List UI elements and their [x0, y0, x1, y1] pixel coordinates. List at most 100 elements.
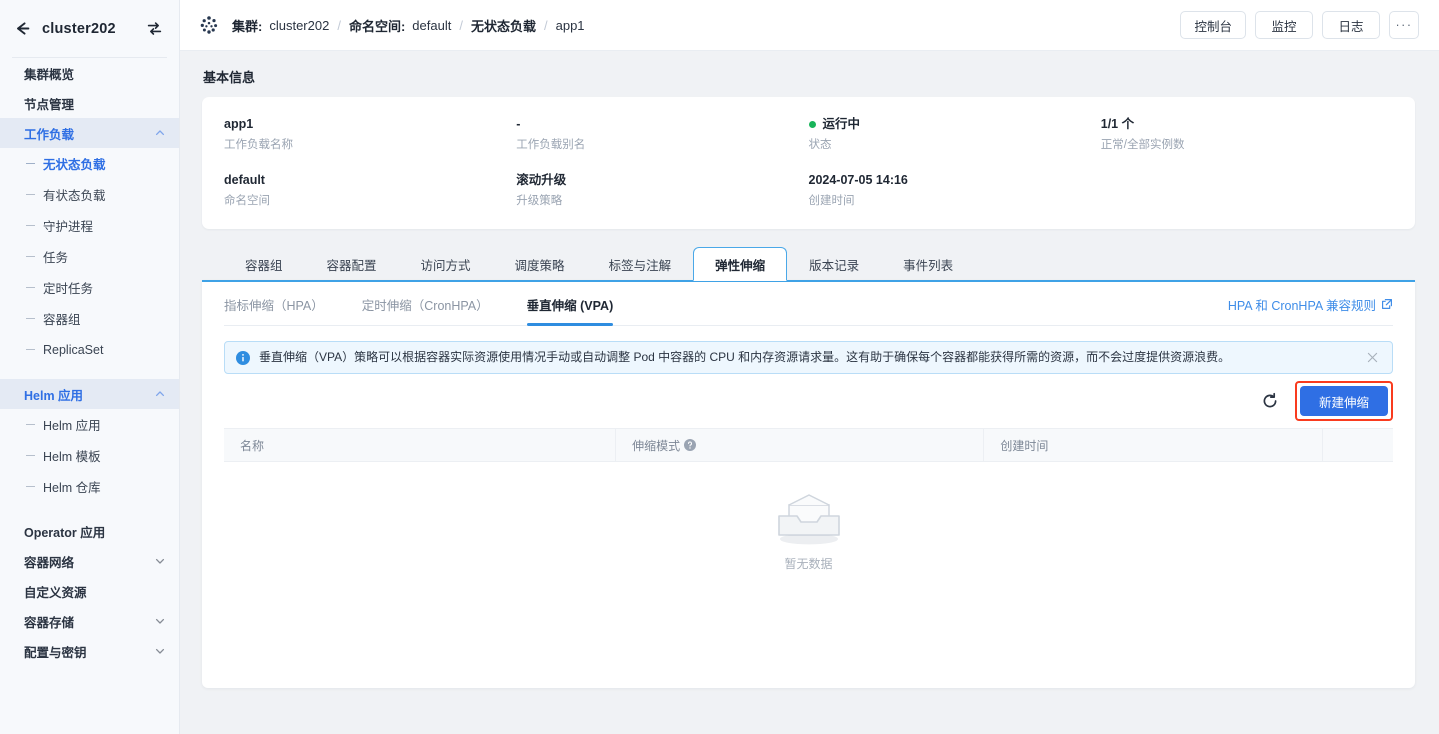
- breadcrumb-cluster-value[interactable]: cluster202: [269, 18, 329, 33]
- sidebar-subitem-守护进程[interactable]: 守护进程: [0, 210, 179, 241]
- more-actions-button[interactable]: ···: [1389, 11, 1419, 39]
- refresh-icon[interactable]: [1259, 390, 1281, 412]
- bullet-dash-icon: [26, 162, 35, 165]
- info-field: 1/1 个 正常/全部实例数: [1101, 116, 1393, 153]
- status-dot-icon: [808, 121, 816, 128]
- info-field-value-wrap: default: [224, 172, 516, 189]
- sidebar-item-helm应用[interactable]: Helm 应用: [0, 379, 179, 409]
- content: 基本信息 app1 工作负载名称 - 工作负载别名 运行中 状态 1/1 个 正常/全…: [180, 51, 1439, 734]
- logs-button[interactable]: 日志: [1322, 11, 1380, 39]
- tab-版本记录[interactable]: 版本记录: [787, 247, 881, 281]
- sidebar-subitem-helm模板[interactable]: Helm 模板: [0, 440, 179, 471]
- subtab-cronhpa[interactable]: 定时伸缩（CronHPA）: [362, 283, 489, 326]
- sidebar-subitem-label: 守护进程: [43, 220, 94, 234]
- sidebar-item-operator应用[interactable]: Operator 应用: [0, 516, 179, 546]
- sidebar-item-容器存储[interactable]: 容器存储: [0, 606, 179, 636]
- sidebar-subitem-定时任务[interactable]: 定时任务: [0, 272, 179, 303]
- sidebar-subitem-任务[interactable]: 任务: [0, 241, 179, 272]
- sidebar-subitem-容器组[interactable]: 容器组: [0, 303, 179, 334]
- chevron-down-icon: [155, 558, 165, 564]
- sidebar-item-自定义资源[interactable]: 自定义资源: [0, 576, 179, 606]
- sidebar-item-工作负载[interactable]: 工作负载: [0, 118, 179, 148]
- info-field-label: 工作负载别名: [516, 139, 586, 151]
- console-button[interactable]: 控制台: [1180, 11, 1246, 39]
- top-actions: 控制台 监控 日志 ···: [1180, 11, 1419, 39]
- sidebar-item-label: 集群概览: [24, 67, 75, 82]
- sidebar-item-label: 节点管理: [24, 97, 75, 112]
- tab-事件列表[interactable]: 事件列表: [881, 247, 975, 281]
- breadcrumb-namespace-value[interactable]: default: [412, 18, 451, 33]
- arrow-left-icon[interactable]: [12, 19, 32, 39]
- empty-state-text: 暂无数据: [784, 557, 833, 571]
- sidebar-subitem-replicaset[interactable]: ReplicaSet: [0, 334, 179, 365]
- bullet-dash-icon: [26, 485, 35, 488]
- question-circle-icon[interactable]: [684, 439, 697, 451]
- info-field-value-wrap: 运行中: [808, 116, 1101, 133]
- hpa-cronhpa-rule-link[interactable]: HPA 和 CronHPA 兼容规则: [1228, 295, 1393, 314]
- tab-弹性伸缩[interactable]: 弹性伸缩: [693, 247, 788, 281]
- info-field-label: 命名空间: [224, 195, 270, 207]
- sidebar-subitem-helm应用[interactable]: Helm 应用: [0, 409, 179, 440]
- close-icon[interactable]: [1366, 351, 1380, 365]
- info-field-value-wrap: 1/1 个: [1101, 116, 1393, 133]
- breadcrumb-workload-name: app1: [555, 17, 585, 33]
- table-column-header: 伸缩模式: [615, 428, 985, 462]
- tab-bar: 容器组 容器配置 访问方式 调度策略 标签与注解 弹性伸缩 版本记录 事件列表: [202, 245, 1415, 281]
- subtab-vpa[interactable]: 垂直伸缩 (VPA): [526, 283, 613, 326]
- subtab-hpa[interactable]: 指标伸缩（HPA）: [224, 283, 324, 326]
- top-bar: 集群: cluster202 / 命名空间: default / 无状态负载 /…: [180, 0, 1439, 51]
- scaling-table: 名称 伸缩模式 创建时间: [224, 428, 1393, 462]
- sidebar-subitem-无状态负载[interactable]: 无状态负载: [0, 148, 179, 179]
- tab-容器配置[interactable]: 容器配置: [305, 247, 399, 281]
- cluster-dots-icon: [198, 14, 220, 36]
- sidebar-item-集群概览[interactable]: 集群概览: [0, 58, 179, 88]
- info-field: 运行中 状态: [808, 116, 1101, 153]
- create-scaling-highlight: 新建伸缩: [1294, 381, 1394, 421]
- info-field-value-wrap: 滚动升级: [516, 172, 808, 189]
- tab-调度策略[interactable]: 调度策略: [493, 247, 587, 281]
- tab-容器组[interactable]: 容器组: [223, 247, 305, 281]
- info-field-label: 工作负载名称: [224, 139, 293, 151]
- breadcrumb-separator: /: [459, 17, 463, 33]
- info-field-value: default: [224, 173, 265, 187]
- app-root: cluster202 集群概览节点管理工作负载 无状态负载 有状态负载 守护进程…: [0, 0, 1439, 734]
- sidebar: cluster202 集群概览 节点管理 工作负载 无状态负载 有状态负载 守护进程…: [0, 0, 180, 734]
- empty-inbox-icon: [773, 492, 845, 548]
- sidebar-subitem-label: Helm 应用: [43, 419, 101, 433]
- sidebar-item-label: 容器网络: [24, 555, 75, 570]
- sidebar-subitem-label: 有状态负载: [43, 189, 106, 203]
- sidebar-item-label: Operator 应用: [24, 525, 106, 540]
- hpa-cronhpa-rule-label: HPA 和 CronHPA 兼容规则: [1227, 298, 1376, 313]
- sidebar-subitem-label: 容器组: [43, 313, 81, 327]
- chevron-up-icon: [155, 391, 165, 397]
- sidebar-item-配置与密钥[interactable]: 配置与密钥: [0, 636, 179, 666]
- sub-tab-bar: 指标伸缩（HPA） 定时伸缩（CronHPA） 垂直伸缩 (VPA) HPA 和 C…: [202, 282, 1415, 326]
- info-field: 滚动升级 升级策略: [516, 172, 808, 209]
- tab-标签与注解[interactable]: 标签与注解: [587, 247, 694, 281]
- table-column-label: 名称: [240, 438, 265, 453]
- bullet-dash-icon: [26, 255, 35, 258]
- tab-访问方式[interactable]: 访问方式: [399, 247, 493, 281]
- sidebar-subitem-label: 任务: [43, 251, 69, 265]
- sidebar-item-容器网络[interactable]: 容器网络: [0, 546, 179, 576]
- page-title: 基本信息: [203, 70, 256, 85]
- monitor-button[interactable]: 监控: [1255, 11, 1313, 39]
- create-scaling-button[interactable]: 新建伸缩: [1299, 386, 1388, 416]
- scaling-panel: 指标伸缩（HPA） 定时伸缩（CronHPA） 垂直伸缩 (VPA) HPA 和 C…: [202, 280, 1415, 688]
- swap-icon[interactable]: [145, 20, 163, 38]
- sidebar-subitem-helm仓库[interactable]: Helm 仓库: [0, 471, 179, 502]
- sidebar-subitem-有状态负载[interactable]: 有状态负载: [0, 179, 179, 210]
- sidebar-item-label: 工作负载: [24, 127, 75, 142]
- sidebar-subitem-label: ReplicaSet: [43, 342, 104, 357]
- sidebar-subitem-label: Helm 仓库: [43, 481, 101, 495]
- sidebar-item-label: Helm 应用: [24, 388, 84, 403]
- sidebar-subitem-label: 无状态负载: [43, 158, 106, 172]
- info-field: - 工作负载别名: [516, 116, 808, 153]
- breadcrumb-workload-type[interactable]: 无状态负载: [471, 16, 536, 35]
- info-field-value-wrap: app1: [224, 116, 516, 133]
- info-field-label: 升级策略: [516, 195, 563, 207]
- info-field-value-wrap: 2024-07-05 14:16: [809, 172, 1101, 189]
- sidebar-nav: 集群概览节点管理工作负载 无状态负载 有状态负载 守护进程 任务 定时任务 容器…: [0, 58, 179, 666]
- sidebar-item-label: 容器存储: [24, 615, 75, 630]
- sidebar-item-节点管理[interactable]: 节点管理: [0, 88, 179, 118]
